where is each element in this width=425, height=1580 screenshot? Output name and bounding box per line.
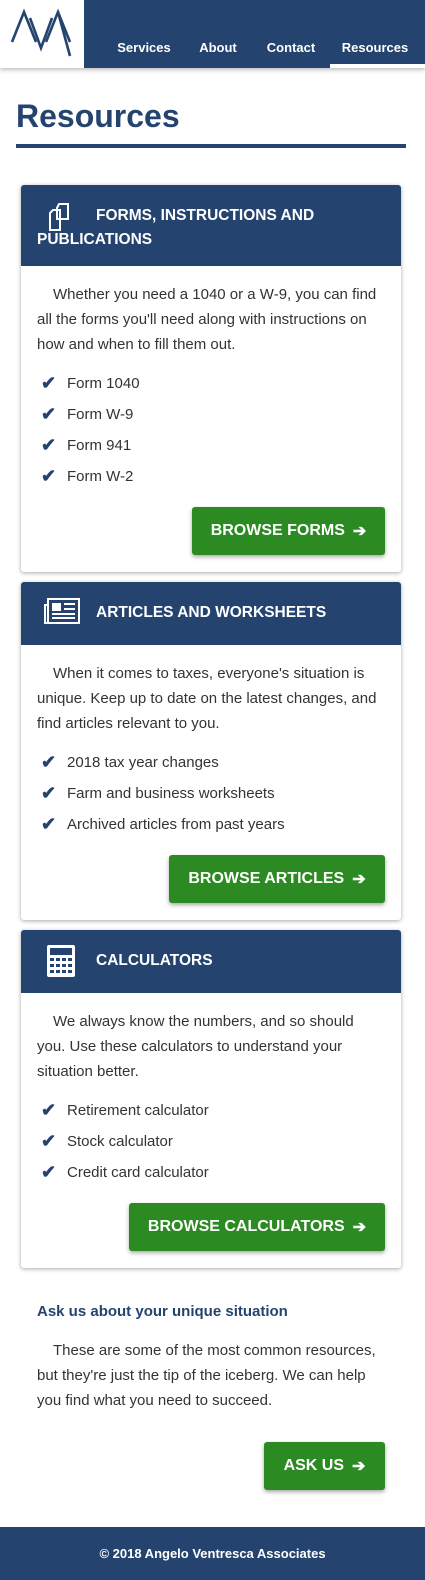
arrow-right-icon: ➔ bbox=[352, 871, 366, 888]
main-nav: Services About Contact Resources bbox=[104, 0, 425, 68]
calculators-card-header: CALCULATORS bbox=[21, 930, 401, 993]
list-item: ✔ Credit card calculator bbox=[41, 1162, 209, 1182]
calculators-card-title: CALCULATORS bbox=[96, 952, 213, 969]
footer: © 2018 Angelo Ventresca Associates bbox=[0, 1527, 425, 1580]
check-icon: ✔ bbox=[41, 466, 57, 486]
ask-us-button[interactable]: ASK US ➔ bbox=[264, 1442, 385, 1490]
arrow-right-icon: ➔ bbox=[352, 1219, 367, 1236]
browse-calculators-button[interactable]: BROWSE CALCULATORS ➔ bbox=[129, 1203, 385, 1251]
arrow-right-icon: ➔ bbox=[352, 1458, 366, 1475]
ava-logo-icon bbox=[10, 8, 72, 57]
arrow-right-icon: ➔ bbox=[352, 523, 367, 540]
articles-list: ✔ 2018 tax year changes ✔ Farm and busines… bbox=[41, 747, 285, 840]
check-icon: ✔ bbox=[41, 752, 57, 772]
site-header: Services About Contact Resources bbox=[0, 0, 425, 68]
articles-card-title: ARTICLES AND WORKSHEETS bbox=[96, 604, 327, 621]
browse-forms-button[interactable]: BROWSE FORMS ➔ bbox=[192, 507, 385, 555]
forms-card-description: Whether you need a 1040 or a W-9, you ca… bbox=[37, 286, 377, 353]
newspaper-icon bbox=[43, 597, 81, 632]
forms-card-header: FORMS, INSTRUCTIONS AND PUBLICATIONS bbox=[21, 185, 401, 266]
title-divider bbox=[16, 144, 406, 148]
check-icon: ✔ bbox=[41, 783, 57, 803]
calculators-card: CALCULATORS We always know the numbers, … bbox=[21, 930, 401, 1268]
list-item: ✔ Form 1040 bbox=[41, 373, 140, 393]
nav-services[interactable]: Services bbox=[104, 0, 184, 68]
nav-about[interactable]: About bbox=[184, 0, 252, 68]
check-icon: ✔ bbox=[41, 1100, 57, 1120]
page-title: Resources bbox=[16, 98, 180, 134]
articles-card: ARTICLES AND WORKSHEETS When it comes to… bbox=[21, 582, 401, 920]
nav-contact[interactable]: Contact bbox=[252, 0, 330, 68]
check-icon: ✔ bbox=[41, 373, 57, 393]
check-icon: ✔ bbox=[41, 435, 57, 455]
check-icon: ✔ bbox=[41, 814, 57, 834]
browse-articles-button[interactable]: BROWSE ARTICLES ➔ bbox=[169, 855, 385, 903]
list-item: ✔ Stock calculator bbox=[41, 1131, 173, 1151]
articles-card-header: ARTICLES AND WORKSHEETS bbox=[21, 582, 401, 645]
copyright-text: © 2018 Angelo Ventresca Associates bbox=[99, 1546, 326, 1561]
list-item: ✔ Archived articles from past years bbox=[41, 814, 285, 834]
list-item: ✔ Form W-9 bbox=[41, 404, 134, 424]
check-icon: ✔ bbox=[41, 404, 57, 424]
forms-list: ✔ Form 1040 ✔ Form W-9 ✔ Form 941 ✔ Form W-2 bbox=[41, 368, 140, 492]
list-item: ✔ Farm and business worksheets bbox=[41, 783, 275, 803]
list-item: ✔ Retirement calculator bbox=[41, 1100, 209, 1120]
nav-resources[interactable]: Resources bbox=[330, 0, 425, 68]
calculator-icon bbox=[46, 944, 76, 983]
calculators-card-description: We always know the numbers, and so shoul… bbox=[37, 1013, 354, 1080]
check-icon: ✔ bbox=[41, 1162, 57, 1182]
logo[interactable] bbox=[0, 0, 84, 68]
ask-heading: Ask us about your unique situation bbox=[37, 1303, 288, 1320]
list-item: ✔ Form W-2 bbox=[41, 466, 134, 486]
ask-description: These are some of the most common resour… bbox=[37, 1342, 376, 1409]
forms-card: FORMS, INSTRUCTIONS AND PUBLICATIONS Whe… bbox=[21, 185, 401, 572]
forms-card-title: FORMS, INSTRUCTIONS AND PUBLICATIONS bbox=[37, 207, 315, 248]
calculators-list: ✔ Retirement calculator ✔ Stock calculator… bbox=[41, 1095, 209, 1188]
check-icon: ✔ bbox=[41, 1131, 57, 1151]
list-item: ✔ 2018 tax year changes bbox=[41, 752, 219, 772]
articles-card-description: When it comes to taxes, everyone's situa… bbox=[37, 665, 377, 732]
list-item: ✔ Form 941 bbox=[41, 435, 132, 455]
